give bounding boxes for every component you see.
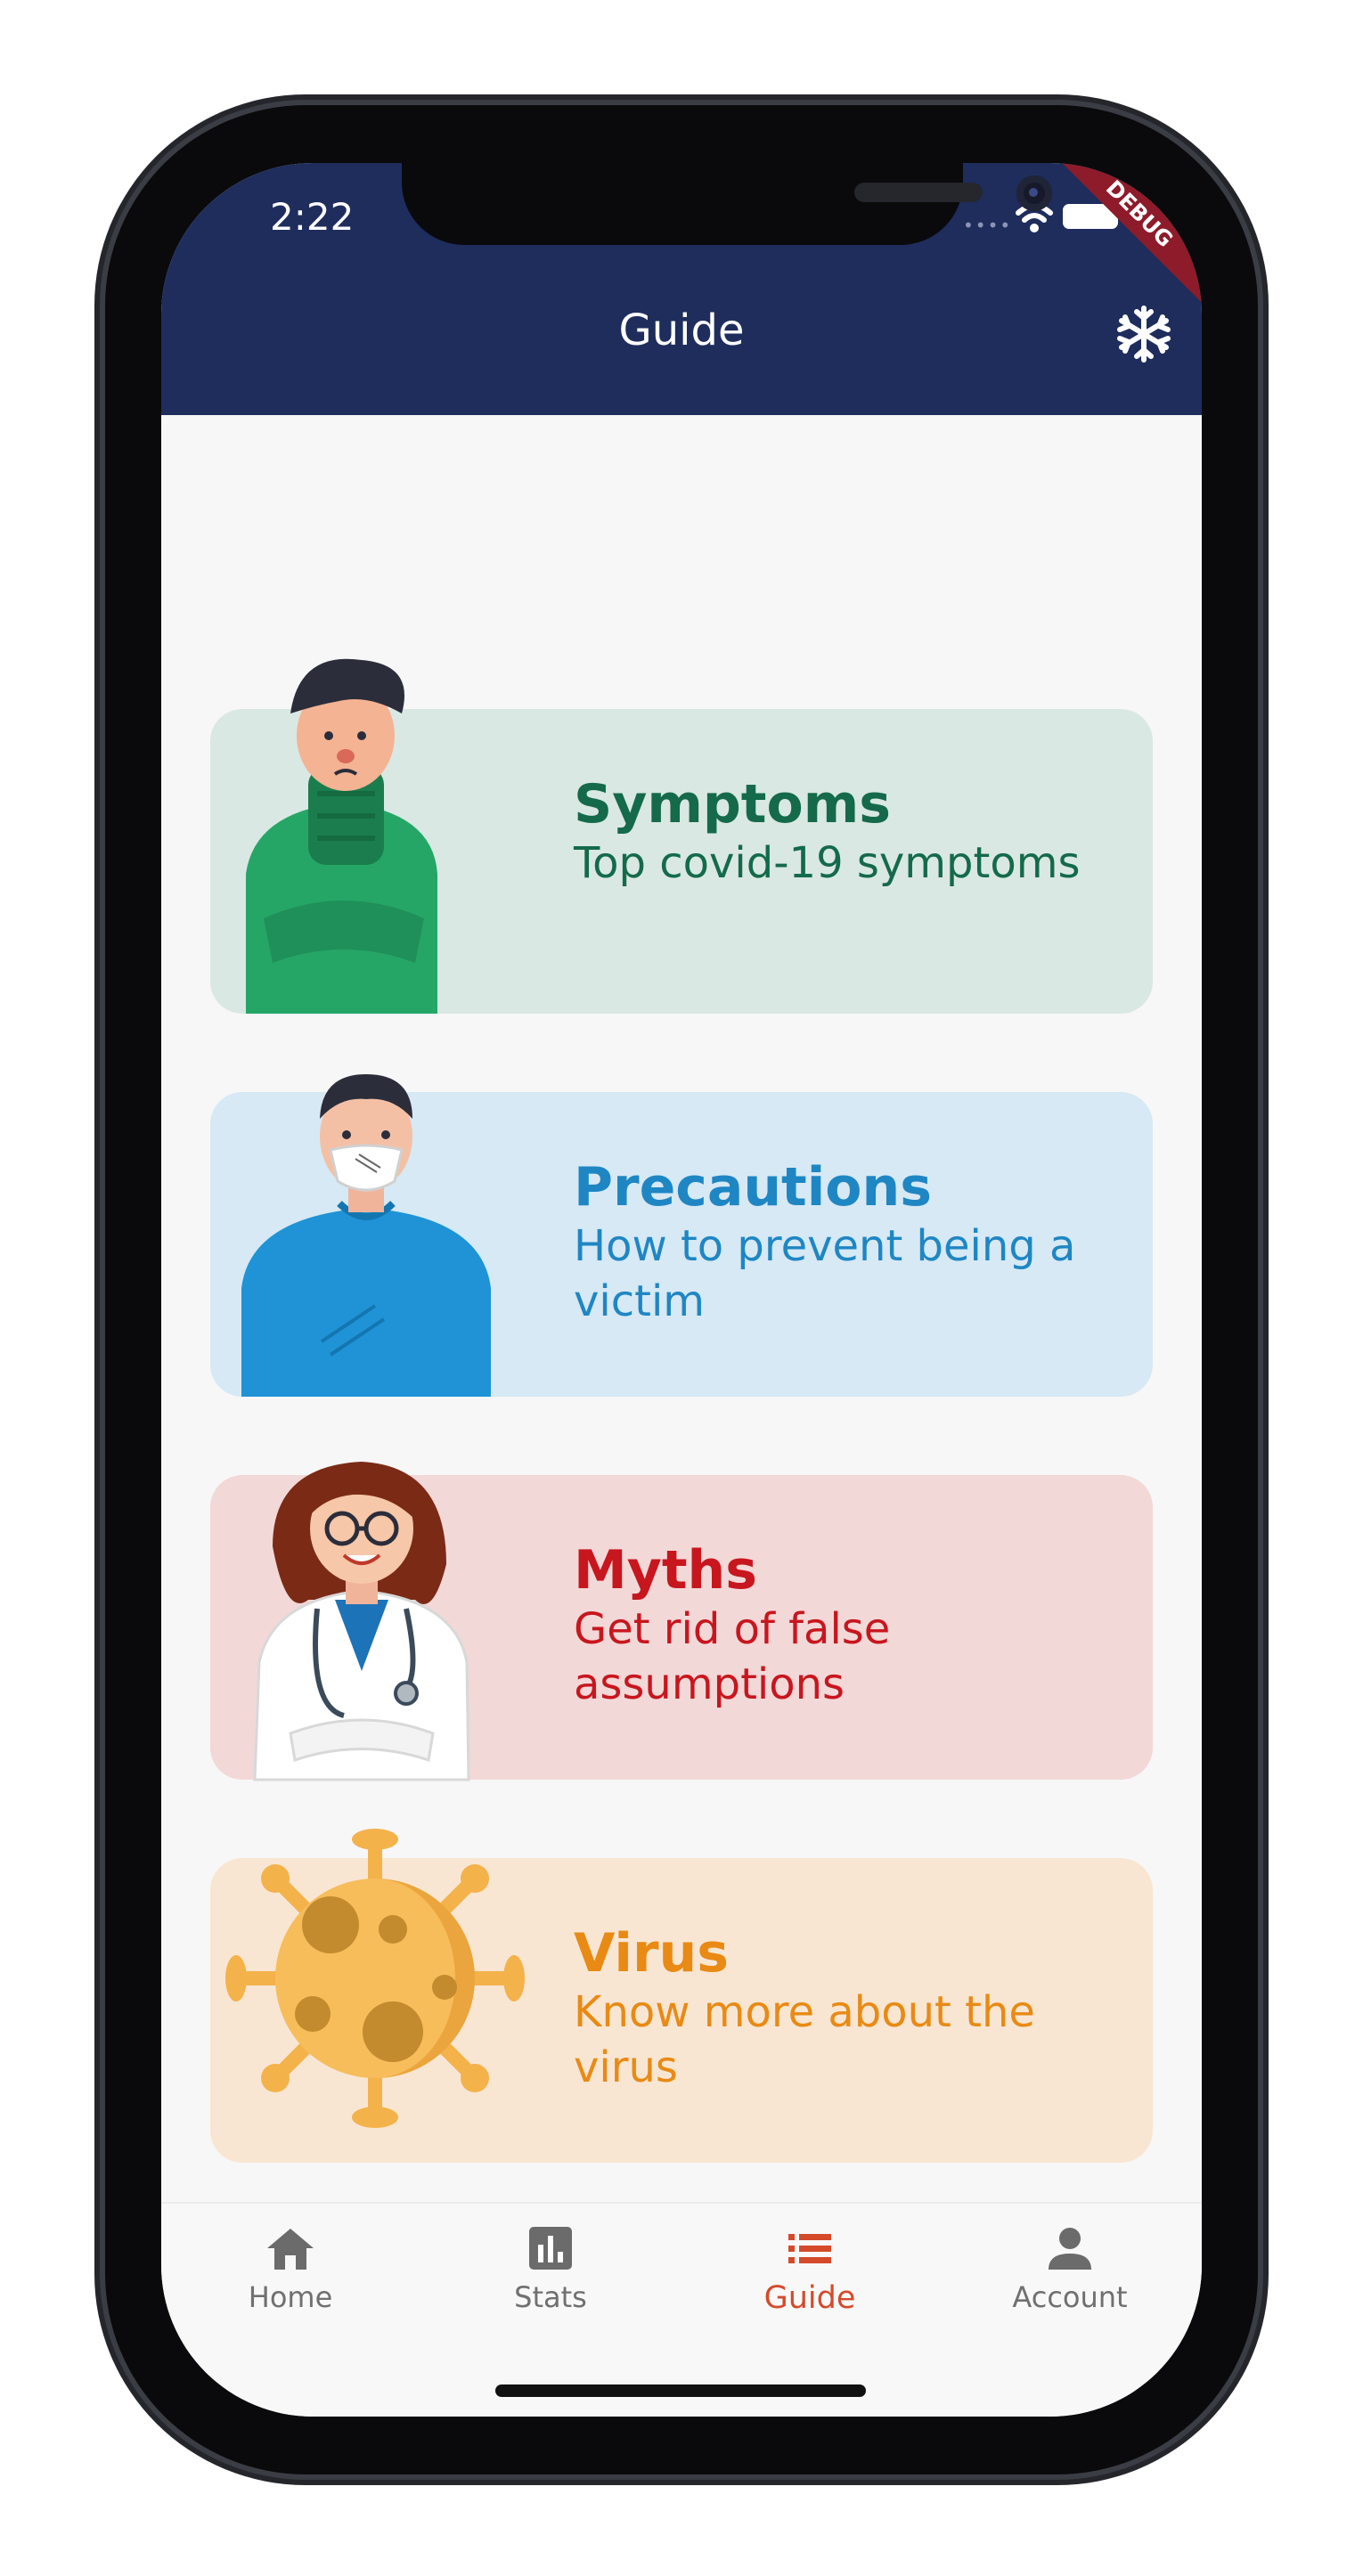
card-subtitle: Know more about the virus — [574, 1987, 1035, 2092]
card-title: Symptoms — [574, 773, 891, 836]
nav-label: Guide — [763, 2280, 856, 2316]
doctor-illustration — [253, 1462, 470, 1781]
nav-label: Account — [1012, 2280, 1128, 2314]
speaker-grille — [854, 183, 983, 202]
home-indicator[interactable] — [495, 2384, 866, 2397]
card-myths[interactable]: Myths Get rid of false assumptions — [210, 1462, 1153, 1781]
home-icon — [267, 2229, 314, 2270]
card-title: Virus — [574, 1922, 729, 1985]
status-time: 2:22 — [270, 195, 355, 239]
card-subtitle: Top covid-19 symptoms — [574, 838, 1081, 888]
nav-guide[interactable]: Guide — [721, 2227, 899, 2325]
front-camera — [1016, 175, 1052, 211]
notch — [402, 163, 1052, 245]
app-screen: 2:22 •••• DEBUG Guide Symptoms Top covid… — [161, 163, 1202, 2417]
masked-man-illustration — [241, 1074, 491, 1397]
stats-icon — [529, 2227, 572, 2270]
signal-icon: •••• — [963, 215, 1013, 236]
sick-man-illustration — [246, 658, 437, 1014]
nav-account[interactable]: Account — [981, 2227, 1159, 2325]
power-button — [1256, 708, 1269, 993]
card-title: Myths — [574, 1539, 757, 1602]
card-symptoms[interactable]: Symptoms Top covid-19 symptoms — [210, 658, 1153, 1014]
virus-illustration — [225, 1829, 525, 2128]
nav-label: Stats — [514, 2280, 587, 2314]
card-subtitle: Get rid of false assumptions — [574, 1604, 891, 1709]
card-precautions[interactable]: Precautions How to prevent being a victi… — [210, 1074, 1153, 1397]
person-icon — [1049, 2228, 1091, 2270]
snowflake-icon[interactable] — [1113, 303, 1175, 365]
nav-label: Home — [248, 2280, 333, 2314]
card-virus[interactable]: Virus Know more about the virus — [210, 1829, 1153, 2163]
card-subtitle: How to prevent being a victim — [574, 1221, 1076, 1326]
list-icon — [788, 2234, 831, 2263]
page-title: Guide — [618, 306, 745, 355]
nav-stats[interactable]: Stats — [461, 2227, 640, 2325]
card-title: Precautions — [574, 1156, 932, 1219]
nav-home[interactable]: Home — [201, 2227, 380, 2325]
debug-banner: DEBUG — [1038, 163, 1202, 315]
phone-frame: 2:22 •••• DEBUG Guide Symptoms Top covid… — [105, 105, 1258, 2474]
